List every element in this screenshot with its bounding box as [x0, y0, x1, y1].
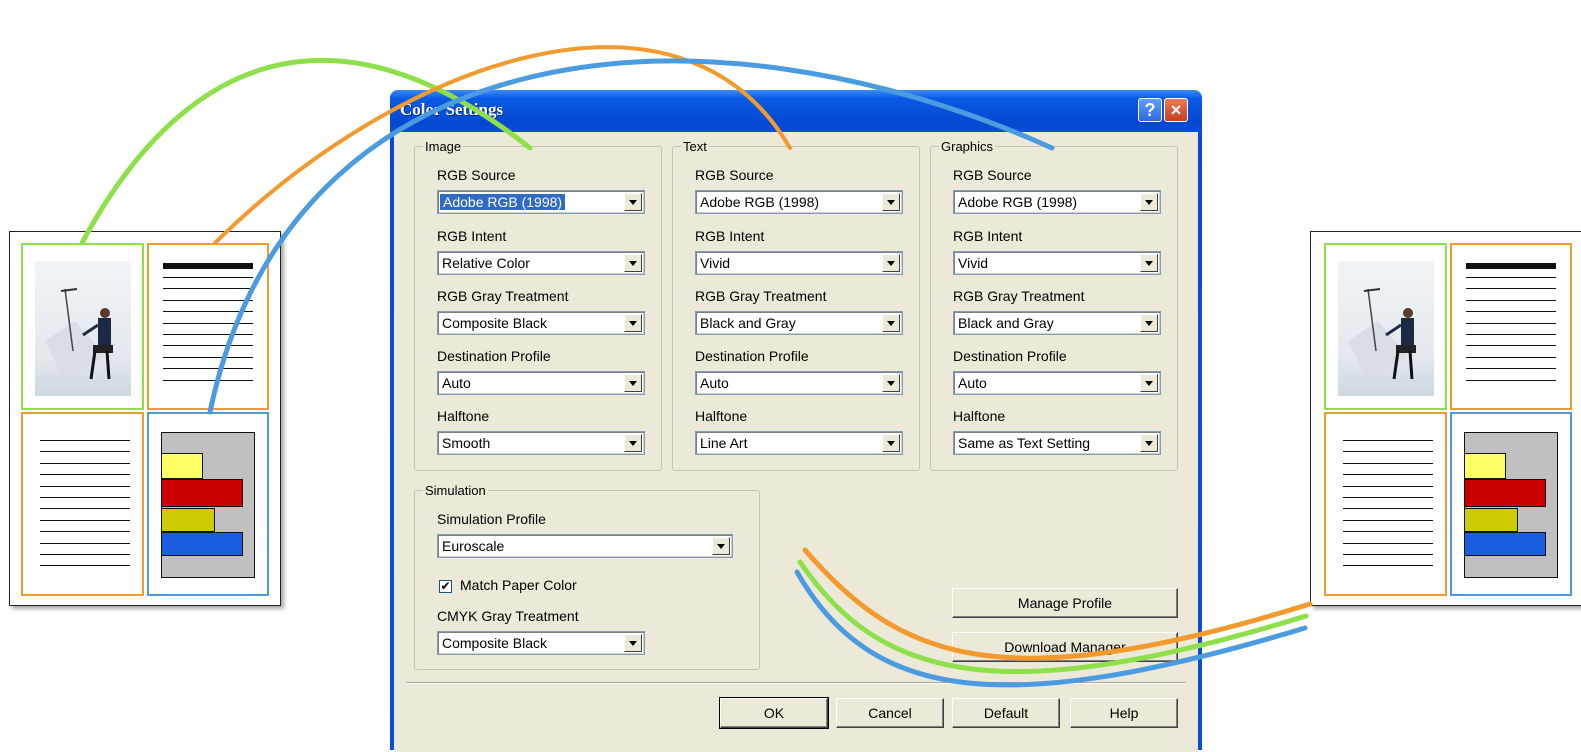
connector-overlay	[79, 45, 1313, 688]
graphics-connector	[207, 58, 1055, 415]
image-connector	[79, 57, 533, 246]
